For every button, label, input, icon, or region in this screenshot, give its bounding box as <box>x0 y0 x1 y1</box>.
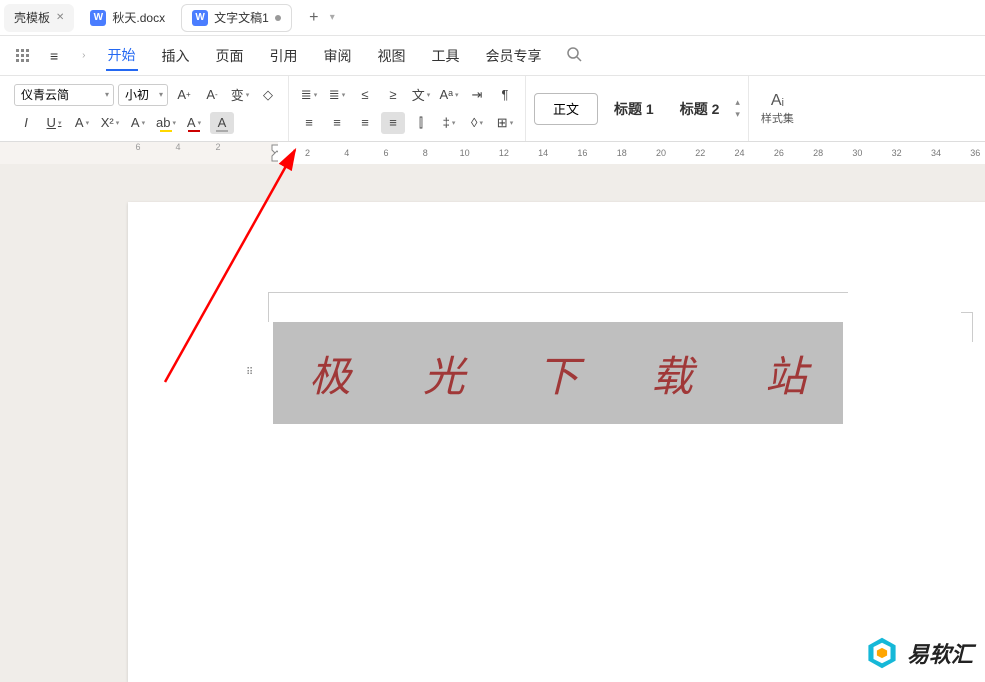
align-center-button[interactable]: ≡ <box>325 112 349 134</box>
style-set-group: Aᵢ 样式集 <box>749 76 806 141</box>
unsaved-dot-icon <box>275 15 281 21</box>
tab-label: 文字文稿1 <box>214 9 269 26</box>
superscript-button[interactable]: X² <box>98 112 122 134</box>
style-scroll[interactable]: ▴▾ <box>735 97 740 120</box>
char-shading-button[interactable]: A <box>210 112 234 134</box>
distribute-button[interactable]: ⫿ <box>409 112 433 134</box>
align-justify-button[interactable]: ≡ <box>381 112 405 134</box>
menu-review[interactable]: 审阅 <box>322 42 354 70</box>
menu-start[interactable]: 开始 <box>106 41 138 71</box>
paragraph-group: ≣ ≣ ≤ ≥ 文 Aᵃ ⇥ ¶ ≡ ≡ ≡ ≡ ⫿ ‡ ◊ ⊞ <box>289 76 526 141</box>
horizontal-ruler[interactable]: 642 24681012141618202224262830323436 <box>0 142 985 164</box>
ruler-negative: 642 <box>128 142 248 152</box>
menu-insert[interactable]: 插入 <box>160 42 192 70</box>
style-body[interactable]: 正文 <box>534 93 598 125</box>
ruler-page-area: 24681012141618202224262830323436 <box>278 142 985 164</box>
clear-format-button[interactable]: ◇ <box>256 84 280 106</box>
align-left-button[interactable]: ≡ <box>297 112 321 134</box>
bullet-list-button[interactable]: ≣ <box>297 84 321 106</box>
char: 载 <box>651 343 693 404</box>
menu-file[interactable]: ≡ <box>48 44 60 68</box>
chevron-icon: › <box>82 50 85 61</box>
shrink-font-button[interactable]: A- <box>200 84 224 106</box>
tab-overflow-icon[interactable]: ▾ <box>330 12 335 23</box>
char: 站 <box>765 343 807 404</box>
phonetic-button[interactable]: 文 <box>409 84 433 106</box>
new-tab-button[interactable]: + <box>302 6 326 30</box>
selected-text[interactable]: 极 光 下 载 站 <box>273 322 843 424</box>
document-area[interactable]: ⠿ 极 光 下 载 站 <box>0 164 985 678</box>
show-marks-button[interactable]: ¶ <box>493 84 517 106</box>
margin-mark <box>961 312 973 342</box>
tab-doc2[interactable]: W 文字文稿1 <box>181 4 292 32</box>
watermark-text: 易软汇 <box>907 637 973 669</box>
search-icon[interactable] <box>566 46 582 65</box>
tab-label: 秋天.docx <box>112 9 165 26</box>
watermark: 易软汇 <box>865 636 973 670</box>
menu-page[interactable]: 页面 <box>214 42 246 70</box>
increase-indent-button[interactable]: ≥ <box>381 84 405 106</box>
drag-handle-icon[interactable]: ⠿ <box>246 367 254 378</box>
decrease-indent-button[interactable]: ≤ <box>353 84 377 106</box>
font-group: 仪青云简 小初 A+ A- 变 ◇ I U A X² A ab A A <box>6 76 289 141</box>
change-case-button[interactable]: 变 <box>228 84 252 106</box>
border-button[interactable]: ⊞ <box>493 112 517 134</box>
char-border-button[interactable]: Aᵃ <box>437 84 461 106</box>
text-effect-button[interactable]: A <box>126 112 150 134</box>
menu-ref[interactable]: 引用 <box>268 42 300 70</box>
word-icon: W <box>192 10 208 26</box>
tab-template[interactable]: 壳模板 ✕ <box>4 4 74 32</box>
number-list-button[interactable]: ≣ <box>325 84 349 106</box>
word-icon: W <box>90 10 106 26</box>
font-size-select[interactable]: 小初 <box>118 84 168 106</box>
style-heading1[interactable]: 标题 1 <box>604 95 664 123</box>
menu-bar: ≡ › 开始 插入 页面 引用 审阅 视图 工具 会员专享 <box>0 36 985 76</box>
page[interactable]: ⠿ 极 光 下 载 站 <box>128 202 985 682</box>
document-tabs: 壳模板 ✕ W 秋天.docx W 文字文稿1 + ▾ <box>0 0 985 36</box>
char: 光 <box>423 343 465 404</box>
menu-tool[interactable]: 工具 <box>430 42 462 70</box>
highlight-button[interactable]: ab <box>154 112 178 134</box>
menu-view[interactable]: 视图 <box>376 42 408 70</box>
italic-button[interactable]: I <box>14 112 38 134</box>
menu-member[interactable]: 会员专享 <box>484 42 544 70</box>
style-set-button[interactable]: Aᵢ 样式集 <box>757 92 798 126</box>
char: 下 <box>537 343 579 404</box>
ribbon: 仪青云简 小初 A+ A- 变 ◇ I U A X² A ab A A ≣ ≣ … <box>0 76 985 142</box>
line-spacing-button[interactable]: ‡ <box>437 112 461 134</box>
app-menu-icon[interactable] <box>12 45 34 67</box>
grow-font-button[interactable]: A+ <box>172 84 196 106</box>
watermark-logo-icon <box>865 636 899 670</box>
tab-label: 壳模板 <box>14 9 50 26</box>
font-name-select[interactable]: 仪青云简 <box>14 84 114 106</box>
styles-group: 正文 标题 1 标题 2 ▴▾ <box>526 76 749 141</box>
tab-button[interactable]: ⇥ <box>465 84 489 106</box>
tab-doc1[interactable]: W 秋天.docx <box>80 4 175 32</box>
font-color-button[interactable]: A <box>182 112 206 134</box>
close-icon[interactable]: ✕ <box>56 12 64 23</box>
underline-button[interactable]: U <box>42 112 66 134</box>
header-boundary <box>268 292 848 322</box>
style-heading2[interactable]: 标题 2 <box>670 95 730 123</box>
char: 极 <box>309 343 351 404</box>
strike-button[interactable]: A <box>70 112 94 134</box>
shading-button[interactable]: ◊ <box>465 112 489 134</box>
align-right-button[interactable]: ≡ <box>353 112 377 134</box>
